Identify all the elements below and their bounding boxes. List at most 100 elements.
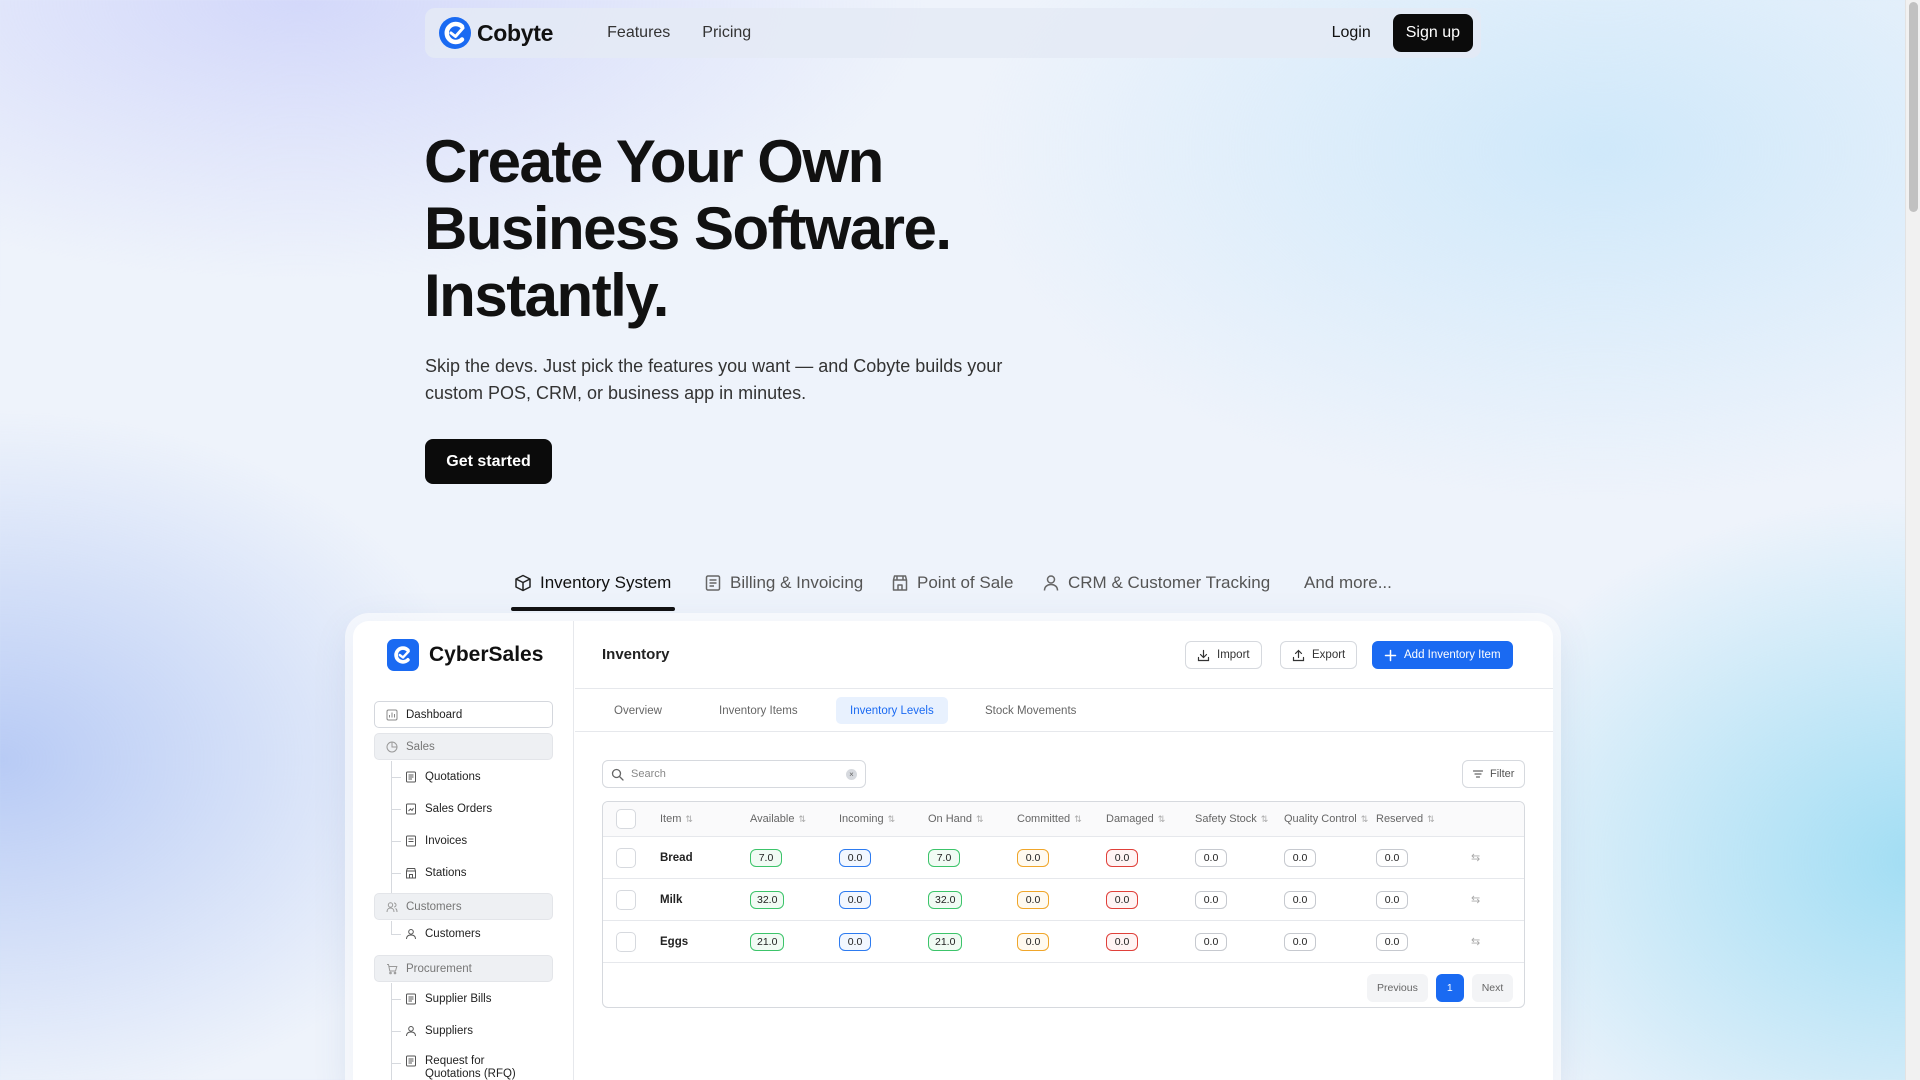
import-button[interactable]: Import <box>1185 641 1262 669</box>
sidebar-item-suppliers[interactable]: Suppliers <box>405 1025 555 1038</box>
brand[interactable]: Cobyte <box>439 17 553 49</box>
row-checkbox[interactable] <box>616 847 636 868</box>
sidebar-item-customers[interactable]: Customers <box>405 928 555 941</box>
clear-icon[interactable]: × <box>846 768 857 780</box>
row-checkbox[interactable] <box>616 931 636 952</box>
tree-tick <box>391 777 401 778</box>
scrollbar-thumb[interactable] <box>1909 2 1918 212</box>
sidebar-group-sales[interactable]: Sales <box>374 733 553 760</box>
value-pill-damaged: 0.0 <box>1106 932 1138 951</box>
table-header-row: Item ⇅ Available ⇅ Incoming ⇅ On Hand ⇅ Comm… <box>603 802 1524 837</box>
value-cell: 0.0 <box>839 921 871 962</box>
store-icon <box>892 575 908 591</box>
column-header-item[interactable]: Item ⇅ <box>660 802 693 836</box>
sidebar-item-quotations[interactable]: Quotations <box>405 771 555 784</box>
feature-tab-inventory[interactable]: Inventory System <box>514 565 671 611</box>
value-cell: 0.0 <box>1376 837 1408 878</box>
nav-link-pricing[interactable]: Pricing <box>702 24 751 42</box>
feature-tab-crm[interactable]: CRM & Customer Tracking <box>1042 565 1270 611</box>
value-cell: 0.0 <box>1106 879 1138 920</box>
get-started-button[interactable]: Get started <box>425 439 552 484</box>
sidebar-group-customers[interactable]: Customers <box>374 893 553 920</box>
swap-icon[interactable]: ⇆ <box>1471 893 1480 906</box>
value-pill-incoming: 0.0 <box>839 848 871 867</box>
column-header-safety-stock[interactable]: Safety Stock ⇅ <box>1195 802 1268 836</box>
row-checkbox[interactable] <box>616 889 636 910</box>
value-cell: 32.0 <box>928 879 963 920</box>
value-pill-damaged: 0.0 <box>1106 848 1138 867</box>
export-button[interactable]: Export <box>1280 641 1358 669</box>
upload-icon <box>1292 649 1305 661</box>
add-inventory-item-button[interactable]: Add Inventory Item <box>1372 641 1513 669</box>
table-row[interactable]: Eggs 21.0 0.0 21.0 0.0 0.0 0.0 0.0 0.0 ⇆ <box>603 921 1524 963</box>
tab-inventory-items[interactable]: Inventory Items <box>705 697 812 724</box>
feature-tab-billing[interactable]: Billing & Invoicing <box>704 565 863 611</box>
tree-line <box>391 921 392 934</box>
filter-button[interactable]: Filter <box>1462 760 1525 788</box>
value-cell: 7.0 <box>928 837 960 878</box>
column-header-available[interactable]: Available ⇅ <box>750 802 806 836</box>
value-cell: 0.0 <box>1017 879 1049 920</box>
sidebar-item-rfq[interactable]: Request for Quotations (RFQ) <box>405 1055 525 1080</box>
column-header-incoming[interactable]: Incoming ⇅ <box>839 802 895 836</box>
sidebar-group-procurement[interactable]: Procurement <box>374 955 553 982</box>
sidebar-item-stations[interactable]: Stations <box>405 867 555 880</box>
signup-button[interactable]: Sign up <box>1392 14 1473 52</box>
value-pill-quality-control: 0.0 <box>1284 848 1316 867</box>
tab-overview[interactable]: Overview <box>600 697 676 724</box>
active-tab-underline <box>511 607 675 611</box>
page-scrollbar[interactable] <box>1905 0 1920 1080</box>
login-link[interactable]: Login <box>1332 24 1371 42</box>
value-pill-on-hand: 7.0 <box>928 848 960 867</box>
sidebar-item-sales-orders[interactable]: Sales Orders <box>405 803 555 816</box>
page-button-current[interactable]: 1 <box>1435 974 1464 1002</box>
sidebar-item-invoices[interactable]: Invoices <box>405 835 555 848</box>
sidebar-item-label: Request for Quotations (RFQ) <box>425 1055 516 1080</box>
tab-inventory-levels[interactable]: Inventory Levels <box>836 697 948 724</box>
cobyte-logo-icon <box>439 17 471 49</box>
value-cell: 0.0 <box>839 837 871 878</box>
pie-chart-icon <box>386 741 398 752</box>
row-action-cell: ⇆ <box>1471 879 1480 920</box>
table-row[interactable]: Bread 7.0 0.0 7.0 0.0 0.0 0.0 0.0 0.0 ⇆ <box>603 837 1524 879</box>
search-input[interactable]: Search × <box>602 760 866 788</box>
tree-tick <box>391 934 401 935</box>
select-all-checkbox[interactable] <box>616 809 636 829</box>
app-main: Inventory Import Export Add Inventory It… <box>575 621 1553 1080</box>
tab-stock-movements[interactable]: Stock Movements <box>971 697 1090 724</box>
nav-link-features[interactable]: Features <box>607 24 670 42</box>
app-brand[interactable]: CyberSales <box>387 639 543 671</box>
value-pill-reserved: 0.0 <box>1376 932 1408 951</box>
value-pill-committed: 0.0 <box>1017 932 1049 951</box>
previous-page-button[interactable]: Previous <box>1367 974 1428 1002</box>
users-icon <box>386 901 398 912</box>
swap-icon[interactable]: ⇆ <box>1471 935 1480 948</box>
sidebar-item-label: Suppliers <box>425 1025 473 1037</box>
hero-title-line-1: Create Your Own <box>424 128 884 195</box>
feature-tabs: Inventory System Billing & Invoicing Poi… <box>0 565 1905 611</box>
item-name-cell: Eggs <box>660 921 688 962</box>
feature-tab-label: Billing & Invoicing <box>730 573 864 592</box>
column-header-on-hand[interactable]: On Hand ⇅ <box>928 802 984 836</box>
sidebar-item-supplier-bills[interactable]: Supplier Bills <box>405 993 555 1006</box>
next-page-button[interactable]: Next <box>1471 974 1514 1002</box>
feature-tab-more[interactable]: And more... <box>1304 565 1392 611</box>
value-pill-on-hand: 32.0 <box>928 890 963 909</box>
swap-icon[interactable]: ⇆ <box>1471 851 1480 864</box>
column-header-committed[interactable]: Committed ⇅ <box>1017 802 1082 836</box>
item-name-cell: Bread <box>660 837 693 878</box>
value-pill-committed: 0.0 <box>1017 848 1049 867</box>
value-pill-incoming: 0.0 <box>839 890 871 909</box>
sidebar-item-label: Customers <box>406 900 462 913</box>
pagination: Previous 1 Next <box>1367 967 1514 1007</box>
feature-tab-pos[interactable]: Point of Sale <box>891 565 1013 611</box>
column-header-reserved[interactable]: Reserved ⇅ <box>1376 802 1435 836</box>
table-row[interactable]: Milk 32.0 0.0 32.0 0.0 0.0 0.0 0.0 0.0 ⇆ <box>603 879 1524 921</box>
sidebar-item-label: Sales Orders <box>425 803 493 815</box>
value-cell: 0.0 <box>839 879 871 920</box>
value-pill-available: 21.0 <box>750 932 785 951</box>
order-icon <box>406 803 416 815</box>
column-header-quality-control[interactable]: Quality Control ⇅ <box>1284 802 1368 836</box>
column-header-damaged[interactable]: Damaged ⇅ <box>1106 802 1165 836</box>
sidebar-item-dashboard[interactable]: Dashboard <box>374 701 553 728</box>
